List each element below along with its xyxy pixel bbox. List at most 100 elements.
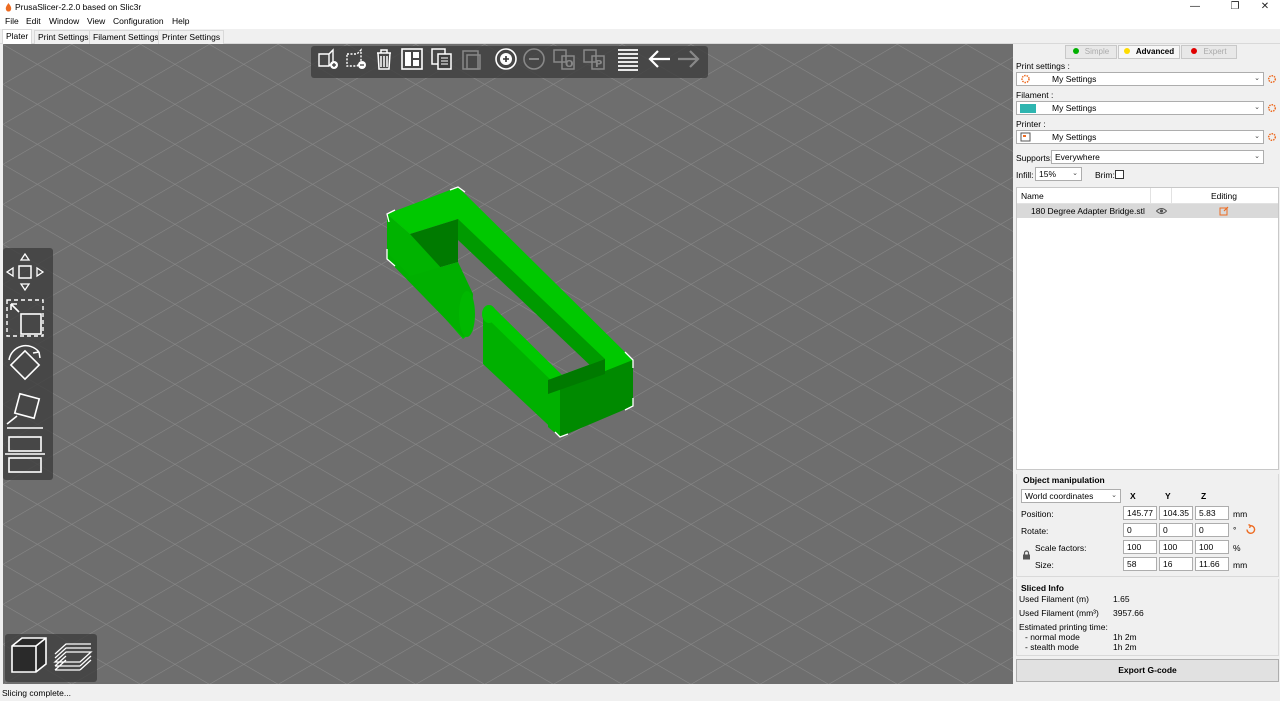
scale-factors-label: Scale factors: bbox=[1035, 543, 1087, 553]
filament-combo[interactable]: My Settings ⌄ bbox=[1016, 101, 1264, 115]
mode-selector: Simple Advanced Expert bbox=[1065, 45, 1239, 59]
minimize-button[interactable]: — bbox=[1178, 0, 1212, 15]
eye-icon[interactable] bbox=[1156, 207, 1167, 215]
cut-icon[interactable] bbox=[3, 434, 47, 476]
supports-combo[interactable]: Everywhere ⌄ bbox=[1051, 150, 1264, 164]
redo-icon[interactable] bbox=[675, 46, 701, 72]
svg-text:P: P bbox=[595, 59, 602, 70]
window-title: PrusaSlicer-2.2.0 based on Slic3r bbox=[15, 2, 142, 12]
mode-expert-button[interactable]: Expert bbox=[1181, 45, 1237, 59]
undo-icon[interactable] bbox=[647, 46, 673, 72]
build-plate-canvas[interactable] bbox=[3, 44, 1013, 684]
infill-value: 15% bbox=[1039, 169, 1057, 179]
arrange-icon[interactable] bbox=[399, 46, 425, 72]
layers-editing-icon[interactable] bbox=[615, 46, 641, 72]
size-y-field[interactable]: 16 bbox=[1159, 557, 1193, 571]
3d-view-icon[interactable] bbox=[8, 634, 50, 676]
z-header: Z bbox=[1201, 491, 1207, 501]
chevron-down-icon: ⌄ bbox=[1254, 133, 1260, 140]
print-settings-edit-gear-icon[interactable] bbox=[1267, 74, 1277, 84]
mode-advanced-label: Advanced bbox=[1135, 47, 1175, 56]
mode-advanced-button[interactable]: Advanced bbox=[1118, 45, 1180, 59]
menu-window[interactable]: Window bbox=[49, 16, 79, 26]
move-icon[interactable] bbox=[3, 251, 47, 293]
brim-checkbox[interactable] bbox=[1115, 170, 1124, 179]
filament-value: My Settings bbox=[1052, 103, 1097, 113]
delete-all-icon[interactable] bbox=[343, 46, 369, 72]
size-z-field[interactable]: 11.66 bbox=[1195, 557, 1229, 571]
chevron-down-icon: ⌄ bbox=[1254, 75, 1260, 82]
table-row[interactable]: 180 Degree Adapter Bridge.stl bbox=[1017, 204, 1278, 218]
3d-viewport[interactable]: O P bbox=[3, 44, 1013, 684]
prusaslicer-app-icon bbox=[5, 3, 12, 12]
rotate-icon[interactable] bbox=[3, 344, 47, 386]
menu-view[interactable]: View bbox=[87, 16, 105, 26]
position-x-field[interactable]: 145.77 bbox=[1123, 506, 1157, 520]
mode-expert-label: Expert bbox=[1203, 47, 1227, 56]
filament-label: Filament : bbox=[1016, 90, 1054, 100]
printer-combo[interactable]: My Settings ⌄ bbox=[1016, 130, 1264, 144]
position-y-field[interactable]: 104.35 bbox=[1159, 506, 1193, 520]
scale-icon[interactable] bbox=[3, 296, 47, 338]
split-parts-icon[interactable]: P bbox=[581, 46, 607, 72]
mode-advanced-dot-icon bbox=[1123, 48, 1130, 54]
used-filament-mm3-value: 3957.66 bbox=[1113, 608, 1144, 618]
print-settings-label: Print settings : bbox=[1016, 61, 1070, 71]
menu-edit[interactable]: Edit bbox=[26, 16, 41, 26]
mode-simple-button[interactable]: Simple bbox=[1065, 45, 1117, 59]
place-on-face-icon[interactable] bbox=[3, 390, 47, 432]
position-z-field[interactable]: 5.83 bbox=[1195, 506, 1229, 520]
close-button[interactable]: ✕ bbox=[1248, 0, 1280, 15]
column-divider bbox=[1171, 188, 1172, 204]
paste-icon[interactable] bbox=[459, 46, 485, 72]
column-name[interactable]: Name bbox=[1021, 191, 1044, 201]
tab-print-settings[interactable]: Print Settings bbox=[34, 30, 93, 44]
printer-edit-gear-icon[interactable] bbox=[1267, 132, 1277, 142]
infill-label: Infill: bbox=[1016, 170, 1034, 180]
status-bar: Slicing complete... bbox=[0, 687, 1280, 701]
stealth-mode-label: - stealth mode bbox=[1025, 642, 1079, 652]
tab-filament-settings[interactable]: Filament Settings bbox=[89, 30, 163, 44]
preview-icon[interactable] bbox=[52, 634, 94, 676]
menu-configuration[interactable]: Configuration bbox=[113, 16, 164, 26]
print-settings-combo[interactable]: My Settings ⌄ bbox=[1016, 72, 1264, 86]
print-settings-value: My Settings bbox=[1052, 74, 1097, 84]
object-name: 180 Degree Adapter Bridge.stl bbox=[1031, 206, 1145, 216]
delete-icon[interactable] bbox=[371, 46, 397, 72]
edit-settings-icon[interactable] bbox=[1219, 206, 1229, 216]
coordinate-system-combo[interactable]: World coordinates ⌄ bbox=[1021, 489, 1121, 503]
scale-unit: % bbox=[1233, 543, 1241, 553]
scale-y-field[interactable]: 100 bbox=[1159, 540, 1193, 554]
restore-button[interactable]: ❐ bbox=[1218, 0, 1252, 15]
add-instance-icon[interactable] bbox=[493, 46, 519, 72]
export-gcode-button[interactable]: Export G-code bbox=[1016, 659, 1279, 682]
rotate-z-field[interactable]: 0 bbox=[1195, 523, 1229, 537]
menu-file[interactable]: File bbox=[5, 16, 19, 26]
title-bar: PrusaSlicer-2.2.0 based on Slic3r — ❐ ✕ bbox=[0, 0, 1280, 15]
scale-z-field[interactable]: 100 bbox=[1195, 540, 1229, 554]
view-toolbar bbox=[5, 634, 97, 682]
estimated-time-label: Estimated printing time: bbox=[1019, 622, 1108, 632]
copy-icon[interactable] bbox=[429, 46, 455, 72]
add-icon[interactable] bbox=[315, 46, 341, 72]
size-x-field[interactable]: 58 bbox=[1123, 557, 1157, 571]
rotate-y-field[interactable]: 0 bbox=[1159, 523, 1193, 537]
rotate-x-field[interactable]: 0 bbox=[1123, 523, 1157, 537]
scale-x-field[interactable]: 100 bbox=[1123, 540, 1157, 554]
normal-mode-label: - normal mode bbox=[1025, 632, 1080, 642]
menu-help[interactable]: Help bbox=[172, 16, 189, 26]
tab-plater[interactable]: Plater bbox=[2, 29, 33, 44]
used-filament-m-value: 1.65 bbox=[1113, 594, 1130, 604]
infill-combo[interactable]: 15% ⌄ bbox=[1035, 167, 1082, 181]
tab-printer-settings[interactable]: Printer Settings bbox=[158, 30, 225, 44]
reset-rotation-icon[interactable] bbox=[1245, 524, 1256, 535]
filament-edit-gear-icon[interactable] bbox=[1267, 103, 1277, 113]
object-list: Name Editing 180 Degree Adapter Bridge.s… bbox=[1016, 187, 1279, 470]
column-editing[interactable]: Editing bbox=[1211, 191, 1237, 201]
remove-instance-icon[interactable] bbox=[521, 46, 547, 72]
split-objects-icon[interactable]: O bbox=[551, 46, 577, 72]
menu-bar: File Edit Window View Configuration Help bbox=[0, 15, 1280, 29]
lock-icon[interactable] bbox=[1022, 550, 1031, 560]
rotate-unit: ° bbox=[1233, 525, 1237, 535]
size-label: Size: bbox=[1035, 560, 1054, 570]
